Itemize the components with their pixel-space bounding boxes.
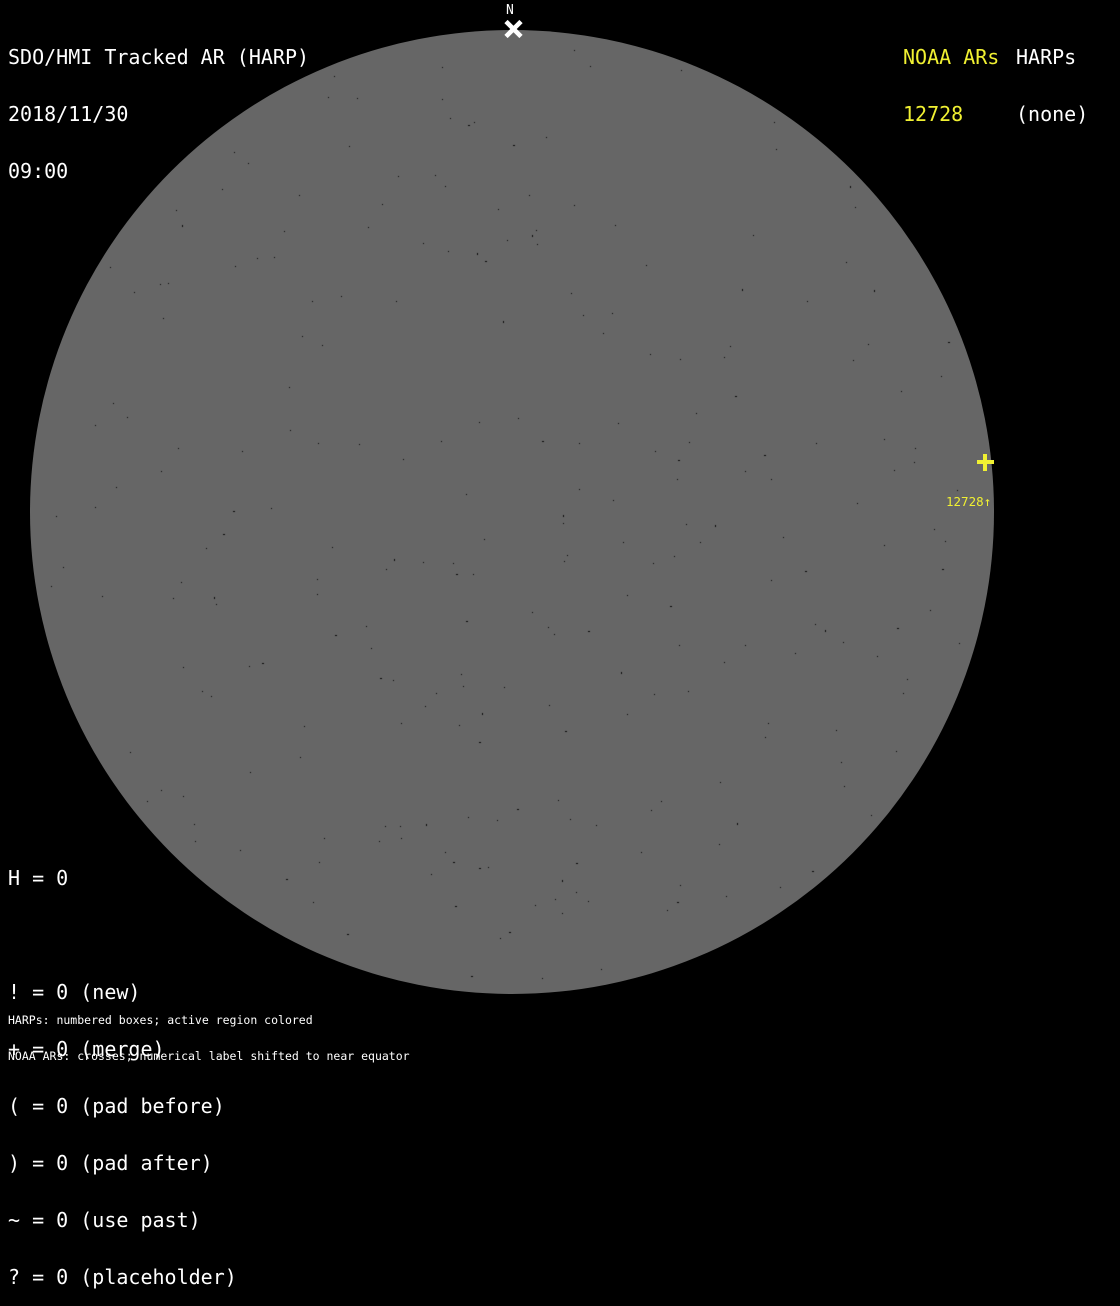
- noaa-ar-cross-icon: [977, 454, 994, 471]
- north-x-icon: [504, 19, 523, 39]
- noaa-ars-heading: NOAA ARs: [903, 45, 1000, 69]
- cross-vertical-bar: [983, 454, 987, 471]
- noaa-ar-label: 12728↑: [946, 494, 992, 509]
- legend-line: ) = 0 (pad after): [8, 1151, 213, 1175]
- legend-line: ( = 0 (pad before): [8, 1094, 225, 1118]
- time-label: 09:00: [8, 159, 69, 183]
- footer-note-noaa: NOAA ARs: crosses; numerical label shift…: [8, 1049, 410, 1063]
- noaa-ars-value: 12728: [903, 102, 964, 126]
- harps-value: (none): [1016, 102, 1089, 126]
- date-label: 2018/11/30: [8, 102, 129, 126]
- legend-line: H = 0: [8, 866, 69, 890]
- north-label: N: [506, 3, 514, 18]
- legend-line: ? = 0 (placeholder): [8, 1265, 237, 1289]
- noaa-ars-block: NOAA ARs 12728: [903, 10, 999, 143]
- harps-block: HARPs (none): [1016, 10, 1088, 143]
- title-block: SDO/HMI Tracked AR (HARP) 2018/11/30 09:…: [8, 10, 309, 200]
- footer-notes: HARPs: numbered boxes; active region col…: [8, 990, 410, 1074]
- legend-spacer: [8, 926, 237, 945]
- harps-heading: HARPs: [1016, 45, 1077, 69]
- footer-note-harps: HARPs: numbered boxes; active region col…: [8, 1013, 313, 1027]
- legend-line: ~ = 0 (use past): [8, 1208, 201, 1232]
- page-title: SDO/HMI Tracked AR (HARP): [8, 45, 310, 69]
